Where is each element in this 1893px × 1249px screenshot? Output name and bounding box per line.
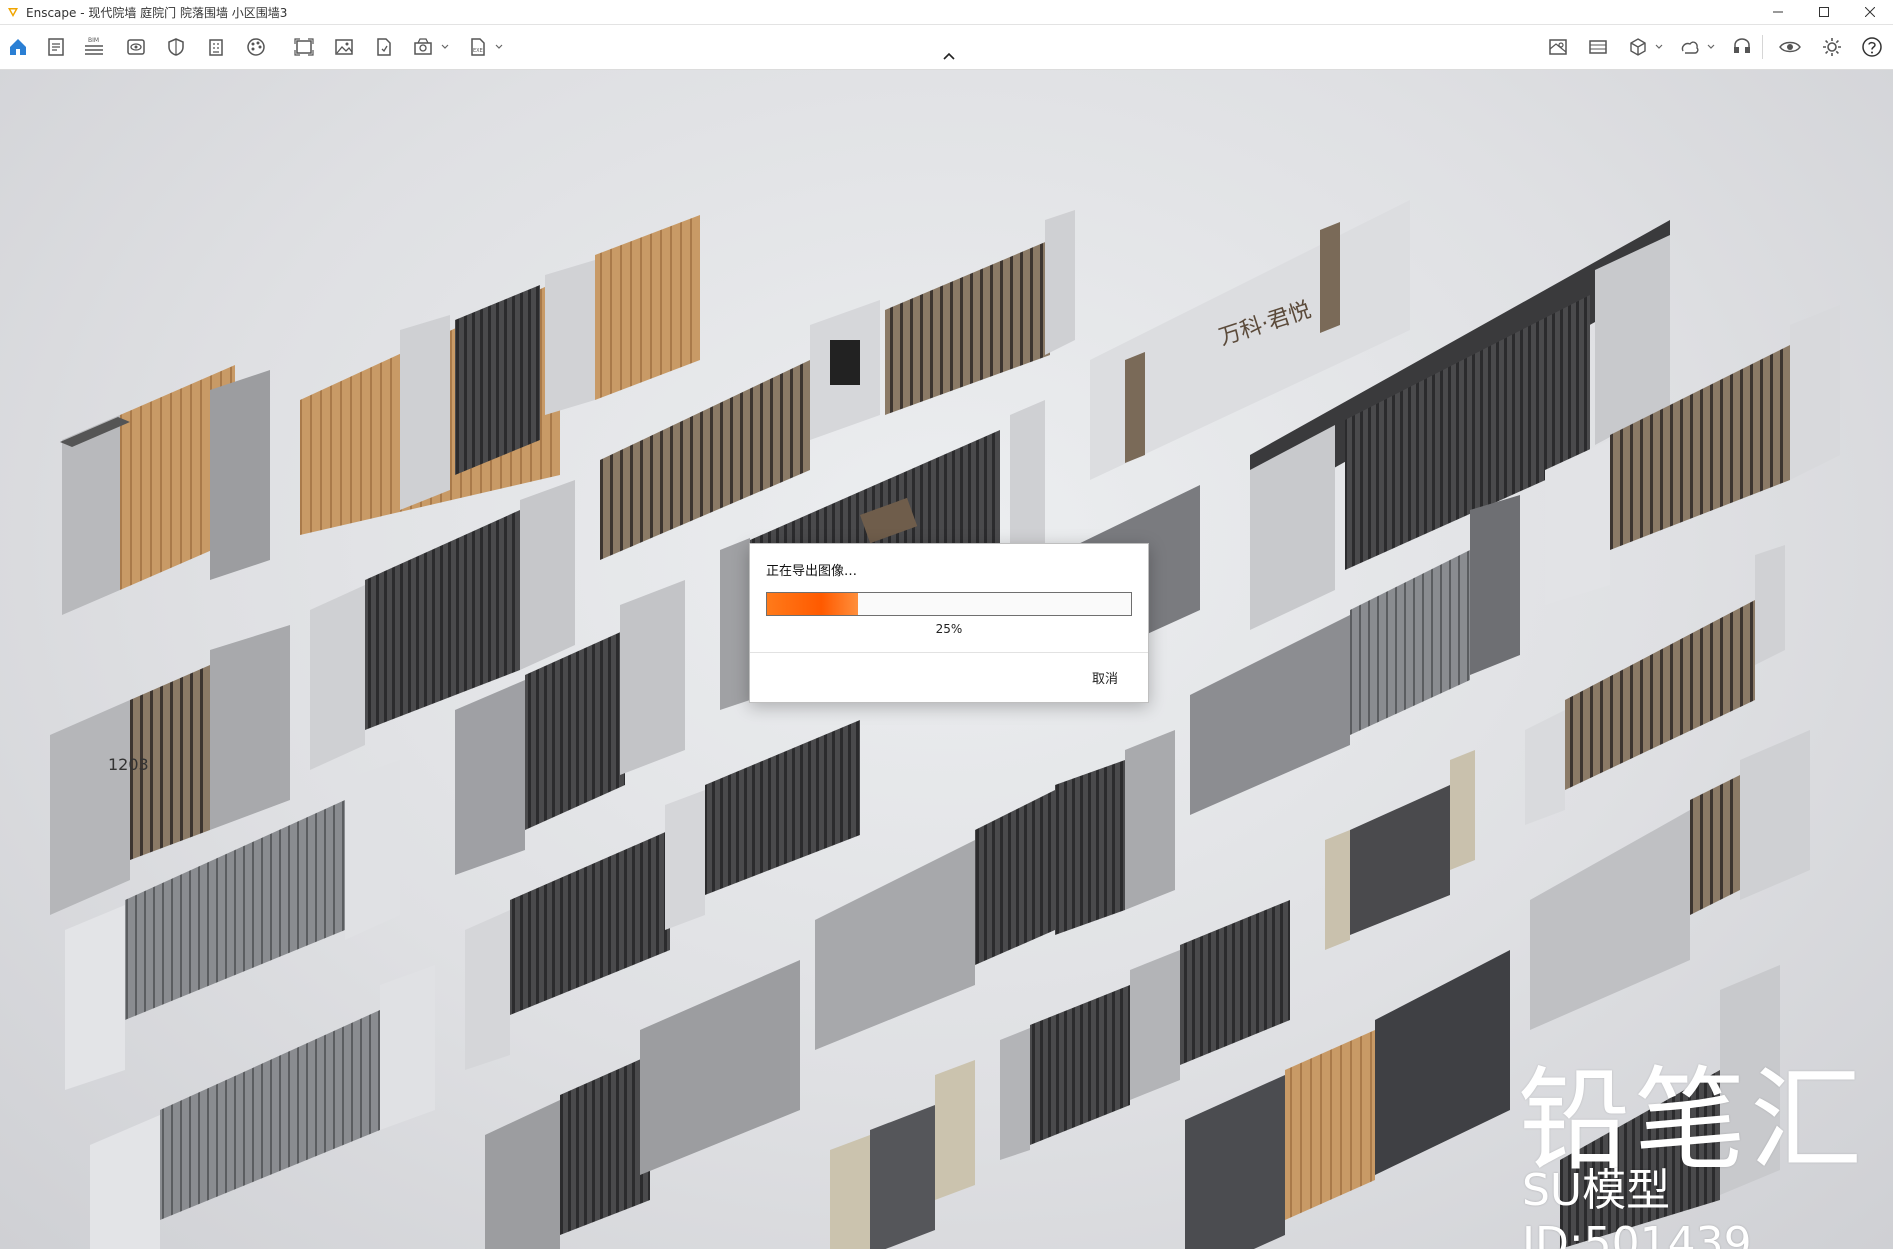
close-button[interactable] bbox=[1847, 0, 1893, 24]
svg-text:1203: 1203 bbox=[108, 755, 149, 774]
collapse-toolbar-button[interactable] bbox=[938, 48, 960, 64]
cube-icon bbox=[1630, 38, 1646, 56]
exe-export-dropdown[interactable] bbox=[492, 33, 506, 61]
dialog-title: 正在导出图像… bbox=[766, 564, 858, 579]
map-icon bbox=[1549, 39, 1567, 55]
building-icon bbox=[209, 39, 223, 56]
progress-percent: 25% bbox=[935, 622, 963, 636]
chevron-down-icon bbox=[1655, 44, 1663, 49]
visibility-icon bbox=[1779, 41, 1801, 53]
export-progress-bar bbox=[766, 592, 1132, 616]
palette-icon bbox=[247, 38, 265, 56]
document-icon bbox=[48, 38, 64, 56]
eye-view-button[interactable] bbox=[122, 33, 150, 61]
upload-dropdown[interactable] bbox=[1704, 33, 1718, 61]
upload-icon bbox=[1681, 41, 1699, 54]
cube-button[interactable] bbox=[1624, 33, 1652, 61]
enscape-logo-icon bbox=[8, 8, 18, 17]
home-button[interactable] bbox=[4, 33, 32, 61]
settings-icon bbox=[1823, 38, 1841, 56]
batch-render-button[interactable] bbox=[410, 33, 438, 61]
export-progress-dialog: 正在导出图像… 25% 取消 bbox=[749, 543, 1149, 703]
minimize-icon bbox=[1773, 11, 1783, 13]
bim-icon: BIM bbox=[85, 37, 103, 55]
document-button[interactable] bbox=[42, 33, 70, 61]
headset-button[interactable] bbox=[1728, 33, 1756, 61]
upload-button[interactable] bbox=[1676, 33, 1704, 61]
file-export-icon bbox=[377, 38, 391, 56]
batch-render-dropdown[interactable] bbox=[438, 33, 452, 61]
exe-export-button[interactable]: EXE bbox=[464, 33, 492, 61]
close-icon bbox=[1865, 7, 1875, 17]
gate-model bbox=[60, 365, 270, 615]
progress-fill bbox=[767, 593, 858, 615]
shield-button[interactable] bbox=[162, 33, 190, 61]
chevron-up-icon bbox=[943, 52, 955, 60]
maximize-icon bbox=[1819, 7, 1829, 17]
chevron-down-icon bbox=[495, 44, 503, 49]
visibility-button[interactable] bbox=[1776, 33, 1804, 61]
shield-icon bbox=[168, 38, 184, 56]
settings-button[interactable] bbox=[1818, 33, 1846, 61]
chevron-down-icon bbox=[1707, 44, 1715, 49]
gate-model bbox=[1325, 750, 1475, 950]
building-button[interactable] bbox=[202, 33, 230, 61]
exe-label: EXE bbox=[473, 48, 483, 54]
minimize-button[interactable] bbox=[1755, 0, 1801, 24]
toolbar-divider bbox=[1762, 35, 1763, 59]
watermark-model-id: SU模型ID:501439 bbox=[1522, 1165, 1752, 1249]
title-bar: Enscape - 现代院墙 庭院门 院落围墙 小区围墙3 bbox=[0, 0, 1893, 25]
headset-icon bbox=[1734, 38, 1750, 53]
help-icon bbox=[1862, 37, 1882, 57]
image-icon bbox=[335, 39, 353, 55]
chevron-down-icon bbox=[441, 44, 449, 49]
bim-label: BIM bbox=[88, 37, 99, 44]
panorama-button[interactable] bbox=[1584, 33, 1612, 61]
exe-export-icon: EXE bbox=[471, 38, 485, 56]
image-button[interactable] bbox=[330, 33, 358, 61]
screenshot-button[interactable] bbox=[290, 33, 318, 61]
palette-button[interactable] bbox=[242, 33, 270, 61]
gate-model bbox=[830, 1060, 975, 1249]
help-button[interactable] bbox=[1858, 33, 1886, 61]
cube-dropdown[interactable] bbox=[1652, 33, 1666, 61]
maximize-button[interactable] bbox=[1801, 0, 1847, 24]
map-button[interactable] bbox=[1544, 33, 1572, 61]
panorama-icon bbox=[1589, 40, 1607, 54]
file-export-button[interactable] bbox=[370, 33, 398, 61]
dialog-divider bbox=[750, 652, 1148, 653]
screenshot-icon bbox=[294, 38, 314, 56]
bim-button[interactable]: BIM bbox=[80, 33, 108, 61]
batch-render-icon bbox=[414, 38, 432, 55]
eye-view-icon bbox=[127, 39, 145, 55]
home-icon bbox=[10, 39, 26, 55]
cancel-button[interactable]: 取消 bbox=[1092, 668, 1118, 687]
window-title: Enscape - 现代院墙 庭院门 院落围墙 小区围墙3 bbox=[26, 5, 288, 20]
